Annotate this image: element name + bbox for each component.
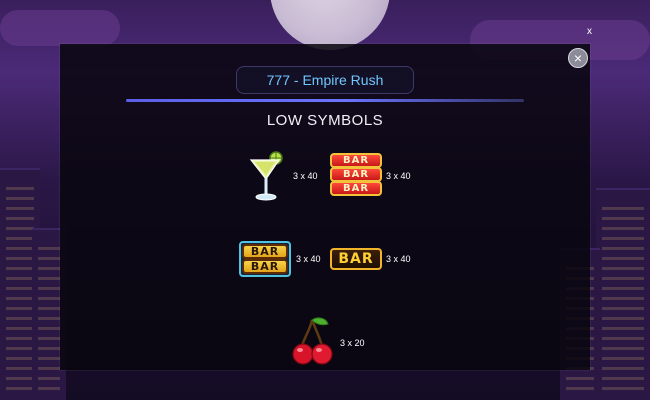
moon-decoration bbox=[270, 0, 390, 50]
payout-cherries: 3 x 20 bbox=[340, 338, 365, 348]
title-divider bbox=[126, 99, 524, 102]
section-heading: LOW SYMBOLS bbox=[266, 112, 384, 129]
bar-tile: BAR bbox=[242, 244, 288, 259]
cocktail-icon bbox=[246, 148, 284, 204]
bar-tile: BAR bbox=[242, 259, 288, 274]
bar-tile: BAR bbox=[330, 181, 382, 196]
bar-tile: BAR bbox=[330, 153, 382, 168]
corner-close-icon[interactable]: x bbox=[587, 26, 592, 37]
close-button[interactable]: × bbox=[568, 48, 588, 68]
bar-tile: BAR bbox=[330, 248, 382, 270]
bar-tile: BAR bbox=[330, 167, 382, 182]
cloud-decoration bbox=[0, 10, 120, 46]
cherries-icon bbox=[292, 316, 334, 368]
payout-triple-bar: 3 x 40 bbox=[386, 171, 411, 181]
single-bar-icon: BAR bbox=[330, 248, 382, 270]
double-bar-icon: BAR BAR bbox=[239, 241, 291, 277]
payout-double-bar: 3 x 40 bbox=[296, 254, 321, 264]
game-title: 777 - Empire Rush bbox=[236, 66, 414, 94]
building-decoration bbox=[596, 188, 650, 400]
triple-red-bar-icon: BAR BAR BAR bbox=[330, 153, 382, 197]
payout-single-bar: 3 x 40 bbox=[386, 254, 411, 264]
payout-cocktail: 3 x 40 bbox=[293, 171, 318, 181]
game-stage: x × 777 - Empire Rush LOW SYMBOLS 3 x 40… bbox=[0, 0, 650, 400]
